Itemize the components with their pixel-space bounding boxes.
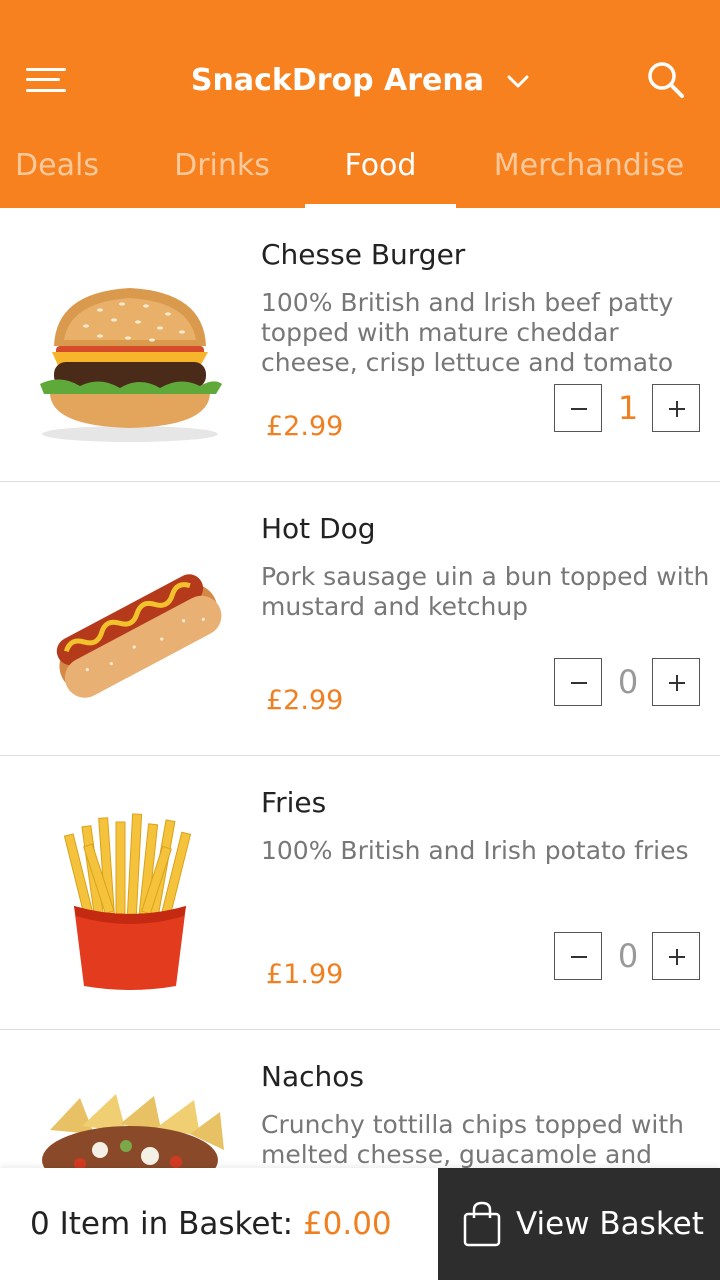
basket-total: £0.00 bbox=[302, 1206, 392, 1242]
decrease-quantity-button[interactable] bbox=[554, 658, 602, 706]
item-price: £1.99 bbox=[266, 959, 344, 990]
item-quantity: 0 bbox=[617, 937, 639, 975]
shopping-bag-icon bbox=[463, 1201, 501, 1247]
minus-icon bbox=[571, 956, 587, 958]
venue-selector[interactable]: SnackDrop Arena bbox=[0, 58, 720, 104]
item-price: £2.99 bbox=[266, 685, 344, 716]
increase-quantity-button[interactable] bbox=[652, 384, 700, 432]
cheeseburger-image bbox=[40, 288, 222, 442]
view-basket-button[interactable]: View Basket bbox=[438, 1168, 720, 1280]
chevron-down-icon[interactable] bbox=[507, 75, 529, 89]
view-basket-label[interactable]: View Basket bbox=[516, 1168, 704, 1280]
item-name: Nachos bbox=[261, 1060, 364, 1093]
category-tabs: Deals Drinks Food Merchandise bbox=[0, 130, 720, 208]
item-description: Pork sausage uin a bun topped with musta… bbox=[261, 562, 710, 621]
venue-title[interactable]: SnackDrop Arena bbox=[191, 58, 484, 104]
hot-dog-image bbox=[56, 574, 222, 698]
basket-footer: 0 Item in Basket: £0.00 View Basket bbox=[0, 1168, 720, 1280]
item-quantity: 0 bbox=[617, 663, 639, 701]
plus-icon bbox=[669, 675, 685, 691]
tab-deals[interactable]: Deals bbox=[0, 130, 114, 208]
item-description: 100% British and Irish potato fries bbox=[261, 836, 689, 865]
tab-food[interactable]: Food bbox=[305, 130, 456, 208]
minus-icon bbox=[571, 682, 587, 684]
item-name: Hot Dog bbox=[261, 512, 376, 545]
plus-icon bbox=[669, 949, 685, 965]
basket-summary: 0 Item in Basket: £0.00 bbox=[30, 1168, 392, 1280]
menu-item-hot-dog: Hot Dog Pork sausage uin a bun topped wi… bbox=[0, 482, 720, 756]
item-name: Fries bbox=[261, 786, 327, 819]
item-quantity: 1 bbox=[617, 389, 639, 427]
fries-image bbox=[63, 813, 192, 990]
app-header: SnackDrop Arena Deals Drinks Food Mercha… bbox=[0, 0, 720, 208]
search-icon[interactable] bbox=[646, 60, 686, 100]
item-price: £2.99 bbox=[266, 411, 344, 442]
increase-quantity-button[interactable] bbox=[652, 932, 700, 980]
item-name: Chesse Burger bbox=[261, 238, 466, 271]
tab-merchandise[interactable]: Merchandise bbox=[486, 130, 692, 208]
item-description: 100% British and lrish beef patty topped… bbox=[261, 288, 674, 377]
menu-item-fries: Fries 100% British and Irish potato frie… bbox=[0, 756, 720, 1030]
menu-item-cheese-burger: Chesse Burger 100% British and lrish bee… bbox=[0, 208, 720, 482]
increase-quantity-button[interactable] bbox=[652, 658, 700, 706]
plus-icon bbox=[669, 401, 685, 417]
minus-icon bbox=[571, 408, 587, 410]
basket-count-label: 0 Item in Basket: bbox=[30, 1206, 303, 1242]
tab-drinks[interactable]: Drinks bbox=[160, 130, 284, 208]
decrease-quantity-button[interactable] bbox=[554, 932, 602, 980]
decrease-quantity-button[interactable] bbox=[554, 384, 602, 432]
